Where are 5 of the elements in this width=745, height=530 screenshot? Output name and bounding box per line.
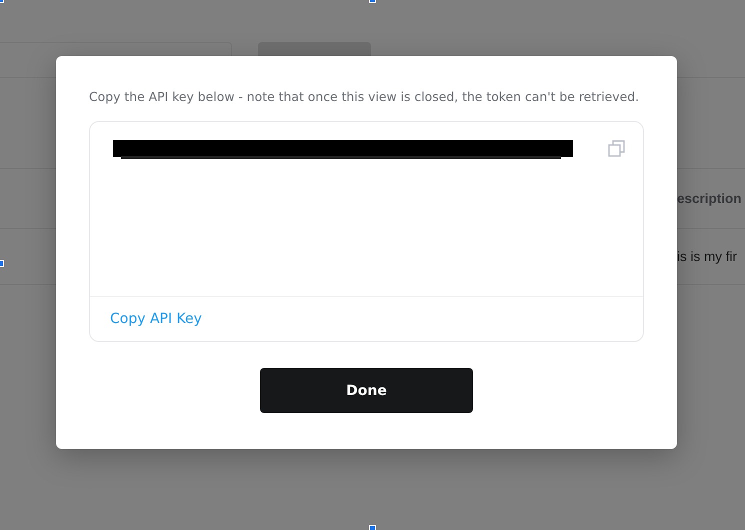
column-header: escription xyxy=(677,191,742,206)
selection-handle[interactable] xyxy=(369,525,376,530)
done-button[interactable]: Done xyxy=(260,368,473,413)
dialog-message: Copy the API key below - note that once this view is closed, the token can't be retrieved. xyxy=(89,89,640,104)
table-cell: is is my fir xyxy=(677,249,737,264)
